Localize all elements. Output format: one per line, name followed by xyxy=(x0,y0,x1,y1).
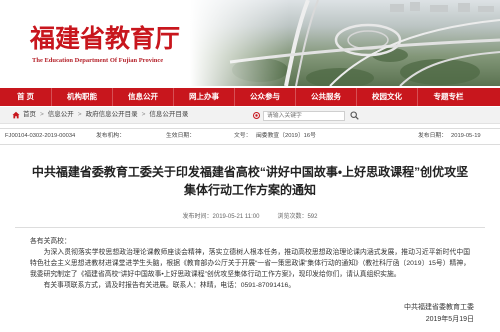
nav-item-info-disclosure[interactable]: 信息公开 xyxy=(113,88,174,106)
article-title-line: 集体行动工作方案的通知 xyxy=(183,183,316,197)
breadcrumb-link-gov-info-catalog[interactable]: 政府信息公开目录 xyxy=(86,107,138,123)
doc-number: 闽委教宣〔2019〕16号 xyxy=(256,133,316,139)
site-subtitle: The Education Department Of Fujian Provi… xyxy=(32,57,164,64)
breadcrumb-link-info-disclosure[interactable]: 信息公开 xyxy=(48,107,74,123)
signature-org: 中共福建省委教育工委 xyxy=(404,304,474,311)
search-icon xyxy=(349,111,359,120)
breadcrumb-separator: > xyxy=(141,111,146,118)
doc-number-label: 文号： xyxy=(234,133,252,139)
publish-time-label: 发布时间： xyxy=(182,214,213,220)
breadcrumb-link-info-catalog[interactable]: 信息公开目录 xyxy=(149,107,188,123)
nav-item-online-services[interactable]: 网上办事 xyxy=(174,88,235,106)
page: 福建省教育厅 The Education Department Of Fujia… xyxy=(0,0,500,332)
article-title-line: 中共福建省委教育工委关于印发福建省高校“讲好中国故事•上好思政课程”创优攻坚 xyxy=(31,165,469,179)
doc-date-label: 发布日期： xyxy=(418,133,447,139)
breadcrumb-separator: > xyxy=(77,111,82,118)
header-banner-photo xyxy=(190,0,500,86)
doc-index-number: FJ00104-0302-2019-00034 xyxy=(5,133,76,139)
breadcrumb-bar: 首页 > 信息公开 > 政府信息公开目录 > 信息公开目录 xyxy=(0,107,500,124)
target-icon xyxy=(253,112,260,119)
doc-publisher-label: 发布机构： xyxy=(96,133,125,139)
article-divider xyxy=(15,227,485,228)
nav-item-special-topics[interactable]: 专题专栏 xyxy=(418,88,479,106)
nav-item-public-services[interactable]: 公共服务 xyxy=(296,88,357,106)
nav-item-campus-culture[interactable]: 校园文化 xyxy=(357,88,418,106)
view-count-label: 浏览次数： xyxy=(277,214,308,220)
view-count: 592 xyxy=(307,214,318,220)
home-icon xyxy=(12,111,20,119)
article-meta: 发布时间：2019-05-21 11:00 浏览次数：592 xyxy=(0,212,500,222)
article-paragraph: 为深入贯彻落实学校思想政治理论课教师座谈会精神，落实立德树人根本任务，推动高校思… xyxy=(30,249,470,278)
site-title: 福建省教育厅 xyxy=(30,24,181,53)
signature-date: 2019年5月19日 xyxy=(425,316,474,323)
search-input[interactable] xyxy=(263,110,345,121)
doc-date: 2019-05-19 xyxy=(451,133,481,139)
article-body: 各有关高校： 为深入贯彻落实学校思想政治理论课教师座谈会精神，落实立德树人根本任… xyxy=(30,236,470,291)
publish-time: 2019-05-21 11:00 xyxy=(212,214,260,220)
search-box xyxy=(253,110,360,121)
doc-info-row: FJ00104-0302-2019-00034 发布机构： 生效日期： 文号： … xyxy=(0,128,500,145)
main-nav-items: 首 页 机构职能 信息公开 网上办事 公众参与 公共服务 校园文化 专题专栏 xyxy=(0,88,479,106)
search-button[interactable] xyxy=(348,111,360,121)
site-header: 福建省教育厅 The Education Department Of Fujia… xyxy=(0,0,500,86)
breadcrumb-link-home[interactable]: 首页 xyxy=(23,107,36,123)
article-title: 中共福建省委教育工委关于印发福建省高校“讲好中国故事•上好思政课程”创优攻坚 集… xyxy=(15,163,485,199)
nav-item-public-participation[interactable]: 公众参与 xyxy=(235,88,296,106)
doc-effective-date-label: 生效日期： xyxy=(166,133,195,139)
main-nav: 首 页 机构职能 信息公开 网上办事 公众参与 公共服务 校园文化 专题专栏 xyxy=(0,88,500,106)
article-salutation: 各有关高校： xyxy=(30,238,71,245)
article-signature: 中共福建省委教育工委 2019年5月19日 xyxy=(404,302,474,326)
nav-item-home[interactable]: 首 页 xyxy=(0,88,52,106)
banner-fade xyxy=(190,0,500,86)
breadcrumb-separator: > xyxy=(40,111,44,118)
breadcrumb: 首页 > 信息公开 > 政府信息公开目录 > 信息公开目录 xyxy=(12,107,188,123)
article-paragraph: 有关事项联系方式，请及时报告有关进展。联系人：林晴，电话：0591-870914… xyxy=(43,282,296,289)
nav-item-organization[interactable]: 机构职能 xyxy=(52,88,113,106)
